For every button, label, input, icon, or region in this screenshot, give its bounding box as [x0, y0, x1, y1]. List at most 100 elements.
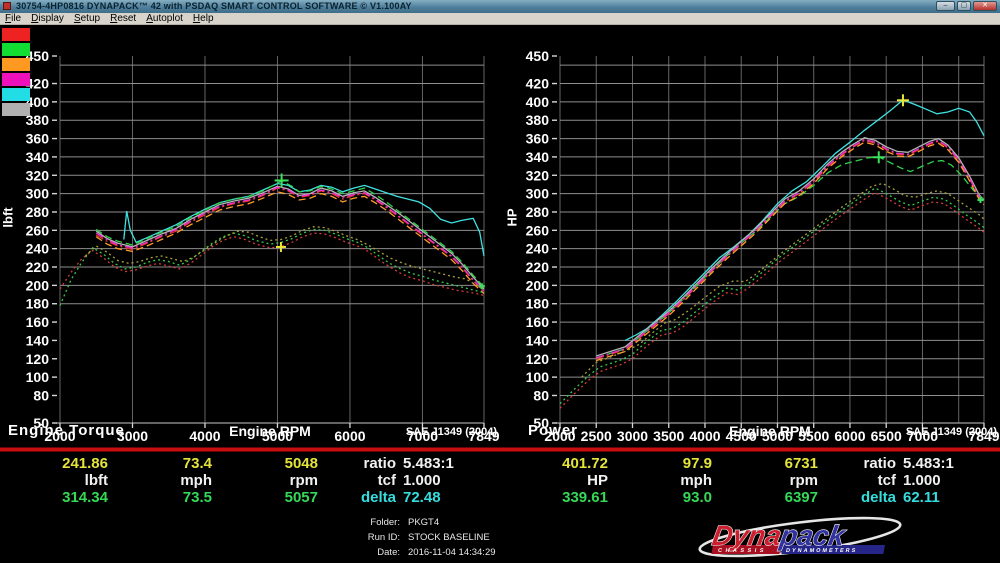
legend-swatch-cyan[interactable] — [2, 88, 30, 101]
y-tick-label: 160 — [526, 314, 550, 330]
result-cell: rpm — [712, 472, 818, 489]
torque-sae-correction-label: SAE J1349 (2004) — [380, 426, 497, 438]
trace-magenta — [96, 187, 484, 291]
window-controls: – ▢ ✕ — [936, 1, 997, 11]
window-title: 30754-4HP0816 DYNAPACK™ 42 with PSDAQ SM… — [16, 1, 412, 12]
result-label-delta: delta — [818, 489, 896, 506]
power-sae-correction-label: SAE J1349 (2004) — [880, 426, 997, 438]
result-cell: 6731 — [712, 455, 818, 472]
menu-item-setup[interactable]: Setup — [69, 13, 105, 24]
result-cell: 73.5 — [108, 489, 212, 506]
result-cell: 6397 — [712, 489, 818, 506]
x-tick-label: 2500 — [581, 428, 612, 444]
legend-swatch-gray[interactable] — [2, 103, 30, 116]
y-tick-label: 260 — [26, 222, 50, 238]
result-cell: mph — [608, 472, 712, 489]
y-tick-label: 80 — [533, 387, 549, 403]
menu-item-autoplot[interactable]: Autoplot — [141, 13, 188, 24]
y-tick-label: 100 — [26, 369, 50, 385]
torque-result-row-2: 314.3473.55057delta72.48 — [0, 489, 500, 506]
result-value-tcf: 1.000 — [903, 472, 941, 489]
y-tick-label: 140 — [526, 332, 550, 348]
trace-red — [596, 140, 984, 358]
torque-results: 241.8673.45048ratio5.483:1lbftmphrpmtcf1… — [0, 455, 500, 506]
maximize-button[interactable]: ▢ — [957, 1, 971, 11]
x-tick-label: 3000 — [617, 428, 648, 444]
run-color-legend — [2, 28, 30, 118]
y-tick-label: 320 — [526, 167, 550, 183]
result-cell: 5048 — [212, 455, 318, 472]
power-results: 401.7297.96731ratio5.483:1HPmphrpmtcf1.0… — [500, 455, 1000, 506]
result-cell: 314.34 — [0, 489, 108, 506]
result-cell: mph — [108, 472, 212, 489]
torque-chart[interactable]: 4504204003803603403203002802602402202001… — [0, 25, 500, 447]
trace-red-low — [560, 193, 984, 409]
y-tick-label: 380 — [526, 112, 550, 128]
trace-green-low — [560, 188, 984, 404]
trace-orange — [96, 192, 484, 294]
dynapack-logo: Dyna pack CHASSIS DYNAMOMETERS — [693, 511, 911, 563]
title-bar[interactable]: 30754-4HP0816 DYNAPACK™ 42 with PSDAQ SM… — [0, 0, 1000, 14]
folder-row: Folder:PKGT4 — [300, 515, 496, 530]
power-chart[interactable]: 4504204003803603403203002802602402202001… — [500, 25, 1000, 447]
chart-area: 4504204003803603403203002802602402202001… — [0, 25, 1000, 447]
close-button[interactable]: ✕ — [973, 1, 997, 11]
power-result-row-2: 339.6193.06397delta62.11 — [500, 489, 1000, 506]
run-id-label: Run ID: — [300, 530, 400, 545]
result-value-delta: 72.48 — [403, 489, 441, 506]
result-value-tcf: 1.000 — [403, 472, 441, 489]
legend-swatch-red[interactable] — [2, 28, 30, 41]
logo-text-dyna: Dyna — [710, 519, 784, 551]
y-tick-label: 360 — [26, 131, 50, 147]
torque-x-axis-label: Engine RPM — [160, 423, 380, 439]
result-label-ratio: ratio — [818, 455, 896, 472]
torque-chart-title: Engine Torque — [8, 422, 125, 439]
minimize-button[interactable]: – — [936, 1, 955, 11]
result-cell: 5057 — [212, 489, 318, 506]
result-cell: 241.86 — [0, 455, 108, 472]
y-tick-label: 420 — [526, 76, 550, 92]
y-tick-label: 180 — [526, 296, 550, 312]
result-label-tcf: tcf — [818, 472, 896, 489]
y-tick-label: 120 — [526, 351, 550, 367]
date-row: Date:2016-11-04 14:34:29 — [300, 545, 496, 560]
y-tick-label: 200 — [26, 277, 50, 293]
torque-result-row-1: lbftmphrpmtcf1.000 — [0, 472, 500, 489]
result-cell: rpm — [212, 472, 318, 489]
menu-item-file[interactable]: File — [0, 13, 26, 24]
y-tick-label: 120 — [26, 351, 50, 367]
menu-item-help[interactable]: Help — [188, 13, 219, 24]
menu-item-reset[interactable]: Reset — [105, 13, 141, 24]
legend-swatch-orange[interactable] — [2, 58, 30, 71]
results-panel: 241.8673.45048ratio5.483:1lbftmphrpmtcf1… — [0, 452, 1000, 507]
y-tick-label: 340 — [26, 149, 50, 165]
y-tick-label: 220 — [526, 259, 550, 275]
y-tick-label: 450 — [526, 48, 550, 64]
result-cell: 97.9 — [608, 455, 712, 472]
torque-result-row-0: 241.8673.45048ratio5.483:1 — [0, 455, 500, 472]
result-cell: HP — [500, 472, 608, 489]
y-tick-label: 240 — [526, 241, 550, 257]
app-icon — [3, 2, 11, 10]
power-x-axis-label: Engine RPM — [660, 423, 880, 439]
logo-subtitle-dynamometers: DYNAMOMETERS — [785, 548, 857, 554]
y-tick-label: 240 — [26, 241, 50, 257]
trace-olive-low — [582, 184, 984, 378]
result-cell: 73.4 — [108, 455, 212, 472]
legend-swatch-green[interactable] — [2, 43, 30, 56]
power-result-row-1: HPmphrpmtcf 1.000 — [500, 472, 1000, 489]
power-chart-title: Power — [528, 422, 578, 439]
legend-swatch-magenta[interactable] — [2, 73, 30, 86]
folder-value: PKGT4 — [408, 517, 439, 528]
y-tick-label: 140 — [26, 332, 50, 348]
y-tick-label: 300 — [26, 186, 50, 202]
run-info-block: Folder:PKGT4 Run ID:STOCK BASELINE Date:… — [300, 515, 496, 560]
trace-gray — [96, 186, 484, 289]
menu-item-display[interactable]: Display — [26, 13, 69, 24]
y-tick-label: 320 — [26, 167, 50, 183]
torque-y-axis-label: lbft — [1, 198, 16, 238]
y-tick-label: 300 — [526, 186, 550, 202]
y-tick-label: 400 — [526, 94, 550, 110]
menu-bar: FileDisplaySetupResetAutoplotHelp — [0, 13, 1000, 25]
result-value-ratio: 5.483:1 — [903, 455, 954, 472]
